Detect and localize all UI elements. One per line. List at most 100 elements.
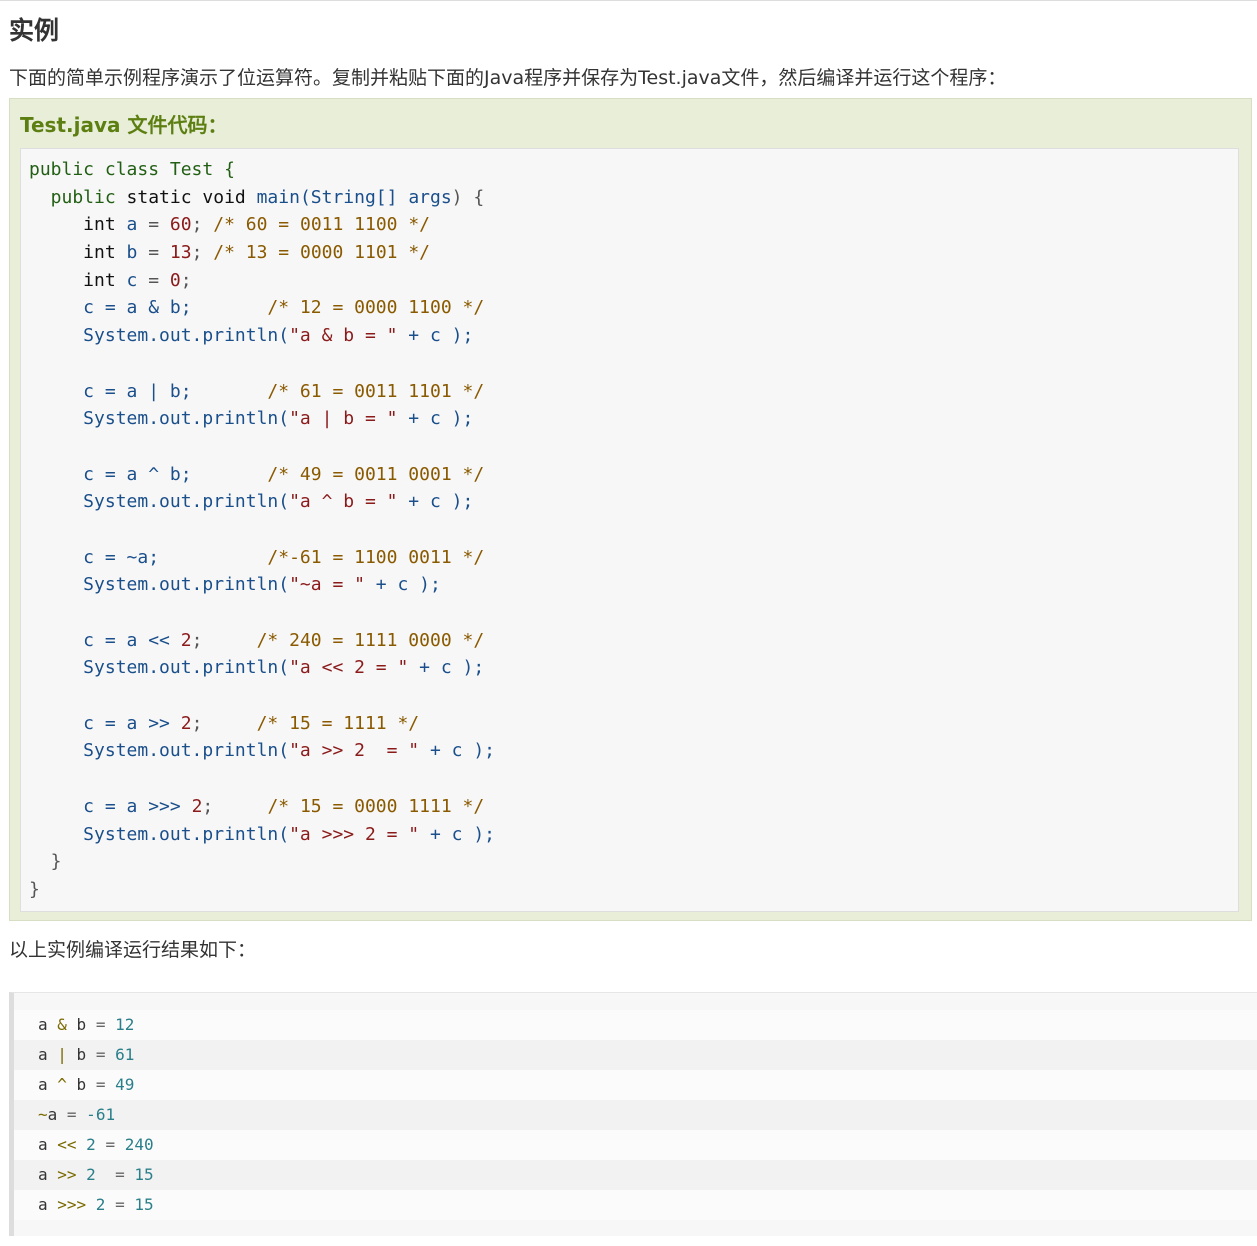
output-line: a | b = 61 [14, 1040, 1257, 1070]
code-line: } [29, 848, 495, 876]
code-token: c = ~a; [29, 546, 268, 568]
output-token: 240 [115, 1135, 154, 1154]
code-line: int a = 60; /* 60 = 0011 1100 */ [29, 211, 495, 239]
output-token: a [47, 1105, 67, 1124]
code-line: c = a >> 2; /* 15 = 1111 */ [29, 710, 495, 738]
output-token: b [66, 1075, 96, 1094]
code-line: c = ~a; /*-61 = 1100 0011 */ [29, 544, 495, 572]
output-line: a ^ b = 49 [14, 1070, 1257, 1100]
code-token: /* 12 = 0000 1100 */ [267, 297, 485, 319]
code-token: System.out.println( [29, 823, 290, 845]
code-line: System.out.println("a & b = " + c ); [29, 322, 495, 350]
output-token: 49 [105, 1075, 135, 1094]
code-token: + c ); [397, 408, 474, 430]
code-token: ; [191, 712, 257, 734]
code-token: } [29, 851, 62, 873]
code-token: "a | b = " [289, 408, 398, 430]
code-token: 2 [180, 629, 192, 651]
section-heading: 实例 [9, 16, 60, 45]
output-token: = [105, 1135, 116, 1154]
output-token: 15 [124, 1165, 154, 1184]
code-token: ; [202, 795, 268, 817]
code-line: System.out.println("a >>> 2 = " + c ); [29, 821, 495, 849]
code-token: } [29, 878, 40, 900]
code-token: System.out.println( [29, 657, 290, 679]
code-token: ) { [451, 186, 485, 208]
code-token: "~a = " [289, 574, 365, 596]
output-token: = [115, 1195, 125, 1214]
code-token: c = a & b; [29, 297, 268, 319]
code-line: public static void main(String[] args) { [29, 184, 495, 212]
code-token: + c ); [364, 574, 441, 596]
code-token: 2 [191, 795, 203, 817]
code-token: + c ); [408, 657, 485, 679]
output-token: 2 [86, 1195, 116, 1214]
code-line [29, 350, 495, 378]
output-line: ~a = -61 [14, 1100, 1257, 1130]
output-lines: a & b = 12 a | b = 61 a ^ b = 49 ~a = -61 a … [14, 1010, 1257, 1220]
code-token: 60 [169, 214, 192, 236]
code-token: = [137, 242, 170, 264]
code-token: ; [191, 629, 257, 651]
code-line: c = a ^ b; /* 49 = 0011 0001 */ [29, 461, 495, 489]
output-token: 61 [105, 1045, 135, 1064]
code-line: System.out.println("a ^ b = " + c ); [29, 488, 495, 516]
code-line: int c = 0; [29, 267, 495, 295]
code-line: System.out.println("a << 2 = " + c ); [29, 654, 495, 682]
result-intro-paragraph: 以上实例编译运行结果如下： [9, 939, 257, 961]
code-token: /* 15 = 1111 */ [256, 712, 420, 734]
code-line [29, 682, 495, 710]
code-lines: public class Test { public static void m… [29, 156, 495, 904]
code-token: main( [256, 186, 311, 208]
output-token: | [57, 1045, 67, 1064]
output-token: 12 [105, 1015, 135, 1034]
code-block[interactable]: public class Test { public static void m… [20, 148, 1239, 912]
code-token: /* 13 = 0000 1101 */ [213, 242, 431, 264]
intro-paragraph: 下面的简单示例程序演示了位运算符。复制并粘贴下面的Java程序并保存为Test.… [9, 67, 1007, 89]
code-token: /*-61 = 1100 0011 */ [267, 546, 485, 568]
code-token: 2 [180, 712, 192, 734]
output-token: ~ [38, 1105, 48, 1124]
code-token: public [29, 186, 127, 208]
code-token: int [29, 269, 127, 291]
code-line: } [29, 876, 495, 904]
top-divider [0, 0, 1257, 1]
output-token: a [38, 1195, 58, 1214]
code-token: /* 240 = 1111 0000 */ [256, 629, 485, 651]
output-token: 2 [76, 1135, 106, 1154]
code-line [29, 599, 495, 627]
output-block[interactable]: a & b = 12 a | b = 61 a ^ b = 49 ~a = -61 a … [9, 992, 1257, 1236]
code-line: c = a >>> 2; /* 15 = 0000 1111 */ [29, 793, 495, 821]
output-token: a [38, 1045, 58, 1064]
output-token: = [95, 1045, 106, 1064]
code-token: "a >> 2 = " [289, 740, 420, 762]
code-token: 13 [169, 242, 192, 264]
code-token: 0 [169, 269, 181, 291]
output-token: >>> [57, 1195, 87, 1214]
code-token: /* 61 = 0011 1101 */ [267, 380, 485, 402]
output-token: a [38, 1075, 58, 1094]
code-token: + c ); [419, 740, 495, 762]
code-line: System.out.println("a | b = " + c ); [29, 405, 495, 433]
output-token: = [95, 1075, 106, 1094]
code-token: b [126, 242, 138, 264]
code-line: c = a & b; /* 12 = 0000 1100 */ [29, 294, 495, 322]
code-token: /* 60 = 0011 1100 */ [213, 214, 431, 236]
code-line: c = a | b; /* 61 = 0011 1101 */ [29, 378, 495, 406]
code-token: c [126, 269, 138, 291]
output-line: a >> 2 = 15 [14, 1160, 1257, 1190]
code-line [29, 433, 495, 461]
code-line [29, 765, 495, 793]
code-token: c = a << [29, 629, 181, 651]
output-token: = [95, 1015, 106, 1034]
code-line: int b = 13; /* 13 = 0000 1101 */ [29, 239, 495, 267]
output-token: = [66, 1105, 77, 1124]
code-token: c = a | b; [29, 380, 268, 402]
output-line: a << 2 = 240 [14, 1130, 1257, 1160]
example-code-panel: Test.java 文件代码： public class Test { publ… [9, 98, 1252, 921]
output-token: << [57, 1135, 77, 1154]
output-line: a >>> 2 = 15 [14, 1190, 1257, 1220]
